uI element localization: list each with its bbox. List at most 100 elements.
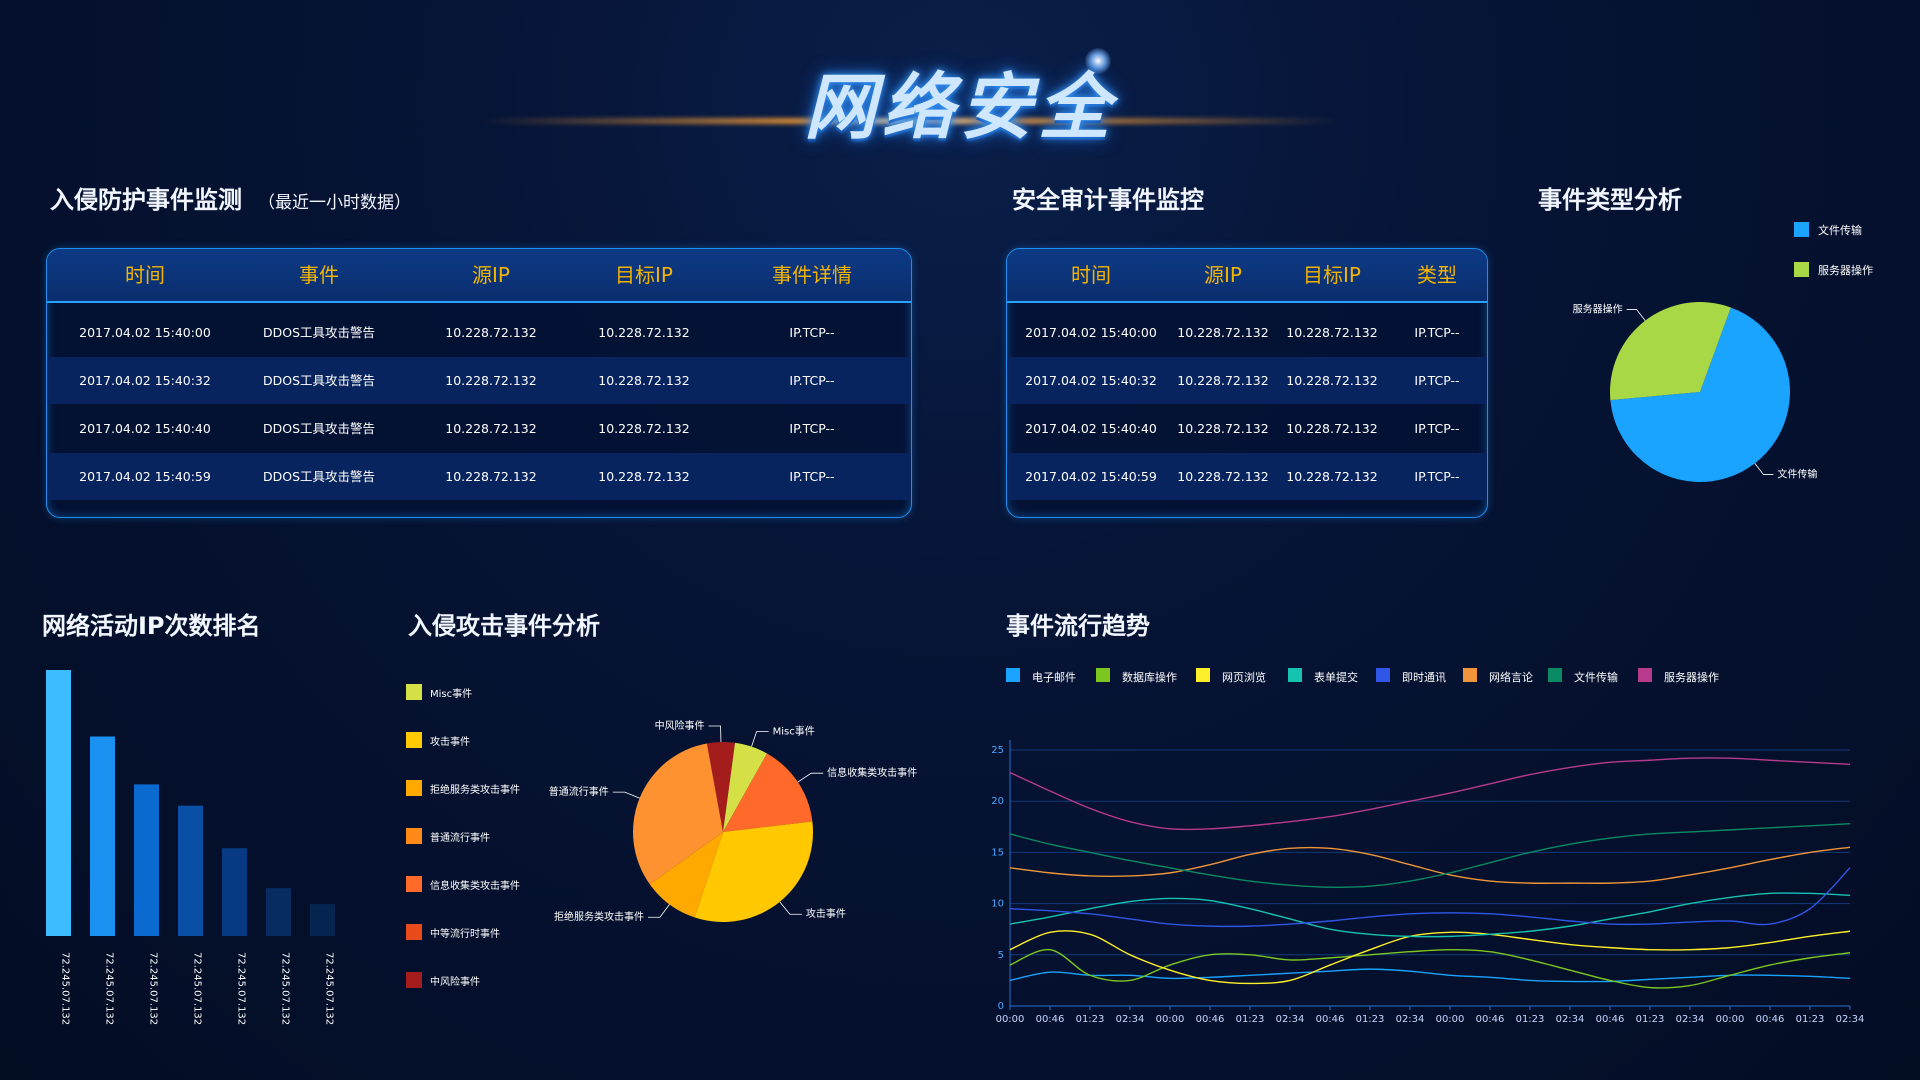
attack-slice-label: 普通流行事件 [549, 785, 609, 798]
trend-y-tick-label: 5 [998, 950, 1004, 961]
ip-rank-bar [178, 805, 203, 936]
trend-x-tick-label: 02:34 [1836, 1014, 1865, 1025]
trend-x-tick-label: 00:46 [1316, 1014, 1345, 1025]
audit-table-header: 时间 源IP 目标IP 类型 [1007, 249, 1487, 303]
trend-x-tick-label: 02:34 [1116, 1014, 1145, 1025]
ip-rank-tick-label: 72.245.07.132 [60, 952, 71, 1025]
attack-legend-label: 信息收集类攻击事件 [430, 881, 520, 892]
intrusion-cell: 2017.04.02 15:40:00 [79, 325, 211, 340]
attack-legend-label: 普通流行事件 [430, 833, 490, 844]
attack-leader-line [797, 772, 824, 783]
event-type-title: 事件类型分析 [1538, 186, 1682, 214]
trend-legend-label: 网页浏览 [1222, 671, 1266, 684]
trend-legend-label: 数据库操作 [1122, 671, 1177, 684]
ip-rank-tick-label: 72.245.07.132 [236, 952, 247, 1025]
intrusion-cell: IP.TCP-- [789, 469, 835, 484]
attack-legend-label: 中风险事件 [430, 977, 480, 988]
attack-legend-label: Misc事件 [430, 689, 473, 700]
audit-cell: IP.TCP-- [1414, 325, 1460, 340]
attack-legend-label: 中等流行时事件 [430, 929, 500, 940]
trend-y-tick-label: 20 [991, 796, 1004, 807]
intrusion-cell: IP.TCP-- [789, 421, 835, 436]
trend-legend-label: 服务器操作 [1664, 671, 1719, 684]
audit-title: 安全审计事件监控 [1012, 186, 1204, 214]
trend-x-tick-label: 00:46 [1476, 1014, 1505, 1025]
trend-x-tick-label: 01:23 [1356, 1014, 1385, 1025]
attack-leader-line [612, 791, 640, 799]
intrusion-table: 时间 事件 源IP 目标IP 事件详情 2017.04.02 15:40:00 DDOS工… [46, 248, 912, 518]
attack-leader-line [779, 901, 802, 915]
intrusion-title: 入侵防护事件监测 [50, 186, 242, 214]
trend-x-tick-label: 00:46 [1196, 1014, 1225, 1025]
attack-legend-swatch [406, 924, 422, 940]
trend-legend-swatch [1006, 668, 1020, 682]
trend-x-tick-label: 00:46 [1756, 1014, 1785, 1025]
intrusion-table-row: 2017.04.02 15:40:00 DDOS工具攻击警告 10.228.72.1… [47, 309, 911, 356]
trend-y-tick-label: 10 [991, 899, 1004, 910]
event-type-legend-swatch [1794, 222, 1809, 237]
event-type-pie: 文件传输 服务器操作 [1573, 301, 1817, 482]
attack-legend-label: 拒绝服务类攻击事件 [430, 785, 520, 796]
intrusion-cell: 10.228.72.132 [598, 325, 690, 340]
intrusion-cell: DDOS工具攻击警告 [262, 373, 376, 388]
attack-legend-swatch [406, 684, 422, 700]
trend-legend-label: 文件传输 [1574, 671, 1618, 684]
event-type-leader-line [1626, 309, 1646, 321]
trend-x-tick-label: 01:23 [1076, 1014, 1105, 1025]
audit-table-row: 2017.04.02 15:40:32 10.228.72.132 10.228.7… [1007, 357, 1487, 404]
trend-legend-label: 表单提交 [1314, 671, 1358, 684]
attack-legend-swatch [406, 876, 422, 892]
intrusion-cell: IP.TCP-- [789, 325, 835, 340]
intrusion-cell: 2017.04.02 15:40:59 [79, 469, 211, 484]
intrusion-cell: 10.228.72.132 [598, 373, 690, 388]
trend-title: 事件流行趋势 [1006, 612, 1150, 640]
trend-legend-swatch [1548, 668, 1562, 682]
audit-table-row: 2017.04.02 15:40:59 10.228.72.132 10.228.7… [1007, 453, 1487, 500]
event-type-leader-line [1754, 463, 1774, 475]
trend-legend-swatch [1196, 668, 1210, 682]
attack-legend-swatch [406, 780, 422, 796]
ip-rank-bar [134, 784, 159, 936]
trend-x-tick-label: 00:46 [1596, 1014, 1625, 1025]
intrusion-cell: DDOS工具攻击警告 [262, 325, 376, 340]
event-type-legend-label: 服务器操作 [1818, 264, 1873, 277]
trend-legend-swatch [1288, 668, 1302, 682]
trend-line-chart: 0 5 10 15 20 25 00:00 00:46 01:23 02:34 00:00 00:46… [991, 740, 1865, 1025]
intrusion-cell: IP.TCP-- [789, 373, 835, 388]
intrusion-col-header: 时间 [125, 263, 165, 287]
intrusion-subtitle: （最近一小时数据） [258, 193, 411, 213]
attack-title: 入侵攻击事件分析 [408, 612, 600, 640]
ip-rank-title: 网络活动IP次数排名 [42, 612, 261, 640]
ip-rank-tick-label: 72.245.07.132 [148, 952, 159, 1025]
intrusion-cell: 10.228.72.132 [598, 421, 690, 436]
trend-legend-swatch [1376, 668, 1390, 682]
attack-legend-swatch [406, 828, 422, 844]
trend-y-tick-label: 0 [998, 1001, 1004, 1012]
trend-x-tick-label: 01:23 [1236, 1014, 1265, 1025]
trend-series-line [1009, 892, 1851, 938]
attack-slice-label: 信息收集类攻击事件 [827, 766, 917, 779]
trend-x-tick-label: 01:23 [1636, 1014, 1665, 1025]
trend-series-line [1009, 823, 1851, 888]
attack-pie: 中风险事件 Misc事件信息收集类攻击事件攻击事件 拒绝服务类攻击事件 普通流行事件 [549, 719, 917, 923]
ip-rank-tick-label: 72.245.07.132 [324, 952, 335, 1025]
intrusion-col-header: 事件 [299, 263, 339, 287]
ip-rank-tick-label: 72.245.07.132 [280, 952, 291, 1025]
ip-rank-bar [222, 848, 247, 936]
attack-slice-label: 攻击事件 [806, 907, 846, 920]
trend-x-tick-label: 00:00 [996, 1014, 1025, 1025]
event-type-slice-label: 服务器操作 [1573, 303, 1623, 316]
trend-legend-swatch [1638, 668, 1652, 682]
audit-cell: IP.TCP-- [1414, 373, 1460, 388]
audit-col-header: 类型 [1417, 263, 1457, 287]
trend-legend-swatch [1463, 668, 1477, 682]
intrusion-col-header: 目标IP [615, 263, 673, 287]
intrusion-table-row: 2017.04.02 15:40:40 DDOS工具攻击警告 10.228.72.1… [47, 405, 911, 452]
attack-slice-label: 中风险事件 [655, 719, 705, 732]
attack-legend-label: 攻击事件 [430, 737, 470, 748]
trend-legend-swatch [1096, 668, 1110, 682]
audit-cell: IP.TCP-- [1414, 469, 1460, 484]
trend-y-tick-label: 25 [991, 745, 1004, 756]
intrusion-cell: DDOS工具攻击警告 [262, 469, 376, 484]
ip-rank-bar [90, 736, 115, 936]
